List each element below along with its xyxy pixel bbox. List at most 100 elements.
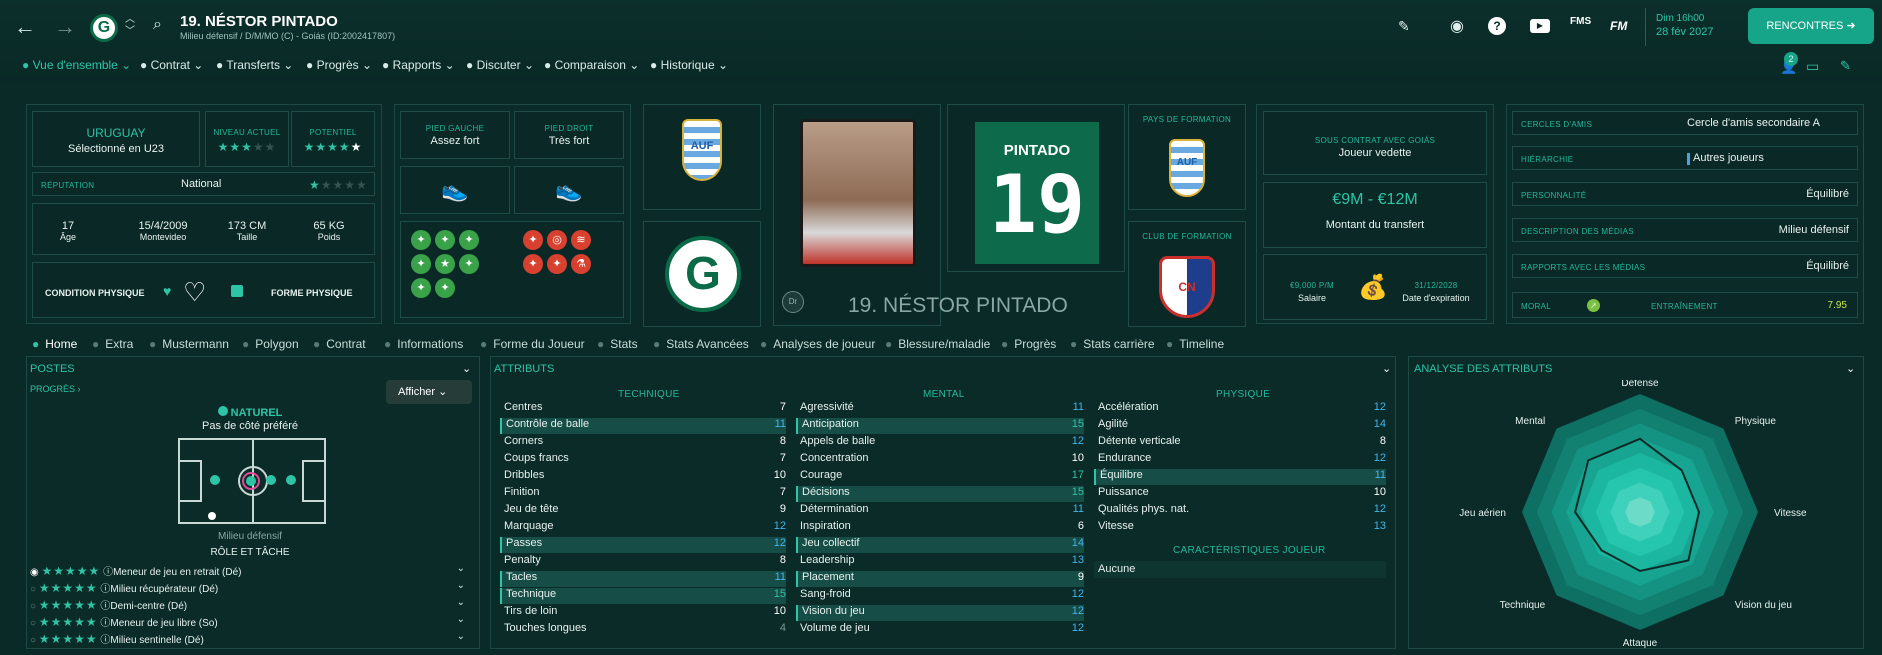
progress-link[interactable]: PROGRÈS › (30, 384, 81, 394)
search-icon[interactable]: ⌕ (153, 16, 162, 34)
back-icon[interactable]: ← (14, 14, 36, 40)
chevron-down-icon[interactable]: ⌄ (457, 631, 465, 642)
nav-reports[interactable]: ● Rapports ⌄ (382, 58, 455, 72)
attribute-row[interactable]: Courage 17 (796, 469, 1084, 485)
chevron-down-icon[interactable]: ⌄ (457, 614, 465, 625)
trait-icon[interactable]: ✦ (459, 254, 479, 274)
attribute-row[interactable]: Sang-froid 12 (796, 588, 1084, 604)
attribute-row[interactable]: Tacles 11 (500, 571, 786, 587)
help-icon[interactable]: ? (1488, 17, 1506, 35)
tab-blessure[interactable]: ● Blessure/maladie (885, 337, 990, 351)
role-row[interactable]: ○ ★★★★★ ⓘMeneur de jeu libre (So) ⌄ (30, 614, 465, 630)
trait-icon[interactable]: ★ (435, 254, 455, 274)
tab-contrat[interactable]: ● Contrat (313, 337, 366, 351)
tab-polygon[interactable]: ● Polygon (242, 337, 299, 351)
trait-icon[interactable]: ✦ (435, 230, 455, 250)
attribute-row[interactable]: Technique 15 (500, 588, 786, 604)
position-dot[interactable] (208, 512, 216, 520)
attribute-row[interactable]: Dribbles 10 (500, 469, 786, 485)
forward-icon[interactable]: → (54, 14, 76, 40)
nav-progress[interactable]: ● Progrès ⌄ (306, 58, 372, 72)
player-switch-icon[interactable]: ︿ ﹀ (125, 14, 135, 38)
attribute-row[interactable]: Tirs de loin 10 (500, 605, 786, 621)
trait-icon[interactable]: ✦ (411, 254, 431, 274)
tab-stats-avancees[interactable]: ● Stats Avancées (653, 337, 749, 351)
nav-discuss[interactable]: ● Discuter ⌄ (466, 58, 534, 72)
trait-icon[interactable]: ✦ (411, 278, 431, 298)
attribute-row[interactable]: Leadership 13 (796, 554, 1084, 570)
attribute-row[interactable]: Marquage 12 (500, 520, 786, 536)
pencil-icon[interactable]: ✎ (1840, 58, 1851, 74)
tab-home[interactable]: ● Home (32, 337, 77, 351)
chevron-down-icon[interactable]: ⌄ (457, 563, 465, 574)
youtube-icon[interactable]: ▶ (1530, 19, 1550, 33)
position-dot[interactable] (246, 476, 256, 486)
attribute-row[interactable]: Touches longues 4 (500, 622, 786, 638)
chevron-down-icon[interactable]: ⌄ (457, 597, 465, 608)
nav-transfers[interactable]: ● Transferts ⌄ (216, 58, 293, 72)
trait-icon[interactable]: ✦ (523, 230, 543, 250)
attribute-row[interactable]: Jeu de tête 9 (500, 503, 786, 519)
attribute-row[interactable]: Passes 12 (500, 537, 786, 553)
show-dropdown[interactable]: Afficher ⌄ (386, 380, 472, 404)
attribute-row[interactable]: Contrôle de balle 11 (500, 418, 786, 434)
attribute-row[interactable]: Endurance 12 (1094, 452, 1386, 468)
world-icon[interactable]: ◉ (1450, 16, 1464, 36)
position-dot[interactable] (286, 475, 296, 485)
role-row[interactable]: ○ ★★★★★ ⓘMilieu récupérateur (Dé) ⌄ (30, 580, 465, 596)
tab-timeline[interactable]: ● Timeline (1166, 337, 1224, 351)
tab-mustermann[interactable]: ● Mustermann (149, 337, 229, 351)
role-row[interactable]: ◉ ★★★★★ ⓘMeneur de jeu en retrait (Dé) ⌄ (30, 563, 465, 579)
tab-progres[interactable]: ● Progrès (1001, 337, 1056, 351)
trait-icon[interactable]: ◎ (547, 230, 567, 250)
role-row[interactable]: ○ ★★★★★ ⓘMilieu sentinelle (Dé) ⌄ (30, 631, 465, 647)
position-dot[interactable] (266, 475, 276, 485)
morale-icon[interactable]: ➚ (1587, 299, 1600, 312)
attribute-row[interactable]: Jeu collectif 14 (796, 537, 1084, 553)
attribute-row[interactable]: Placement 9 (796, 571, 1084, 587)
role-row[interactable]: ○ ★★★★★ ⓘDemi-centre (Dé) ⌄ (30, 597, 465, 613)
tab-stats[interactable]: ● Stats (597, 337, 638, 351)
tab-informations[interactable]: ● Informations (384, 337, 463, 351)
attribute-row[interactable]: Détermination 11 (796, 503, 1084, 519)
radar-collapse-icon[interactable]: ⌄ (1846, 362, 1855, 375)
trait-icon[interactable]: ✦ (547, 254, 567, 274)
edit-icon[interactable]: ✎ (1398, 18, 1410, 35)
fm-icon[interactable]: FM (1610, 19, 1627, 33)
trait-icon[interactable]: ✦ (435, 278, 455, 298)
attribute-row[interactable]: Vitesse 13 (1094, 520, 1386, 536)
positions-collapse-icon[interactable]: ⌄ (462, 362, 471, 375)
attributes-collapse-icon[interactable]: ⌄ (1382, 362, 1391, 375)
attribute-row[interactable]: Coups francs 7 (500, 452, 786, 468)
nav-overview[interactable]: ● Vue d'ensemble ⌄ (22, 58, 131, 72)
fms-icon[interactable]: FMS (1570, 16, 1591, 27)
chevron-down-icon[interactable]: ⌄ (457, 580, 465, 591)
trait-icon[interactable]: ✦ (523, 254, 543, 274)
nav-contract[interactable]: ● Contrat ⌄ (140, 58, 203, 72)
trait-icon[interactable]: ✦ (459, 230, 479, 250)
position-dot[interactable] (210, 475, 220, 485)
tab-stats-carriere[interactable]: ● Stats carrière (1070, 337, 1155, 351)
attribute-row[interactable]: Concentration 10 (796, 452, 1084, 468)
nav-history[interactable]: ● Historique ⌄ (650, 58, 728, 72)
attribute-row[interactable]: Vision du jeu 12 (796, 605, 1084, 621)
screen-icon[interactable]: ▭ (1806, 58, 1819, 75)
attribute-row[interactable]: Équilibre 11 (1094, 469, 1386, 485)
attribute-row[interactable]: Inspiration 6 (796, 520, 1084, 536)
attribute-row[interactable]: Corners 8 (500, 435, 786, 451)
trait-icon[interactable]: ⚗ (571, 254, 591, 274)
tab-forme[interactable]: ● Forme du Joueur (480, 337, 585, 351)
tab-analyses[interactable]: ● Analyses de joueur (760, 337, 875, 351)
attribute-row[interactable]: Appels de balle 12 (796, 435, 1084, 451)
attribute-row[interactable]: Puissance 10 (1094, 486, 1386, 502)
attribute-row[interactable]: Volume de jeu 12 (796, 622, 1084, 638)
club-logo-icon[interactable]: G (665, 236, 741, 312)
attribute-row[interactable]: Décisions 15 (796, 486, 1084, 502)
trait-icon[interactable]: ✦ (411, 230, 431, 250)
tab-extra[interactable]: ● Extra (92, 337, 133, 351)
attribute-row[interactable]: Agressivité 11 (796, 401, 1084, 417)
club-badge-icon[interactable]: G (90, 14, 118, 42)
attribute-row[interactable]: Penalty 8 (500, 554, 786, 570)
attribute-row[interactable]: Agilité 14 (1094, 418, 1386, 434)
continue-button[interactable]: RENCONTRES ➜ (1748, 8, 1874, 44)
